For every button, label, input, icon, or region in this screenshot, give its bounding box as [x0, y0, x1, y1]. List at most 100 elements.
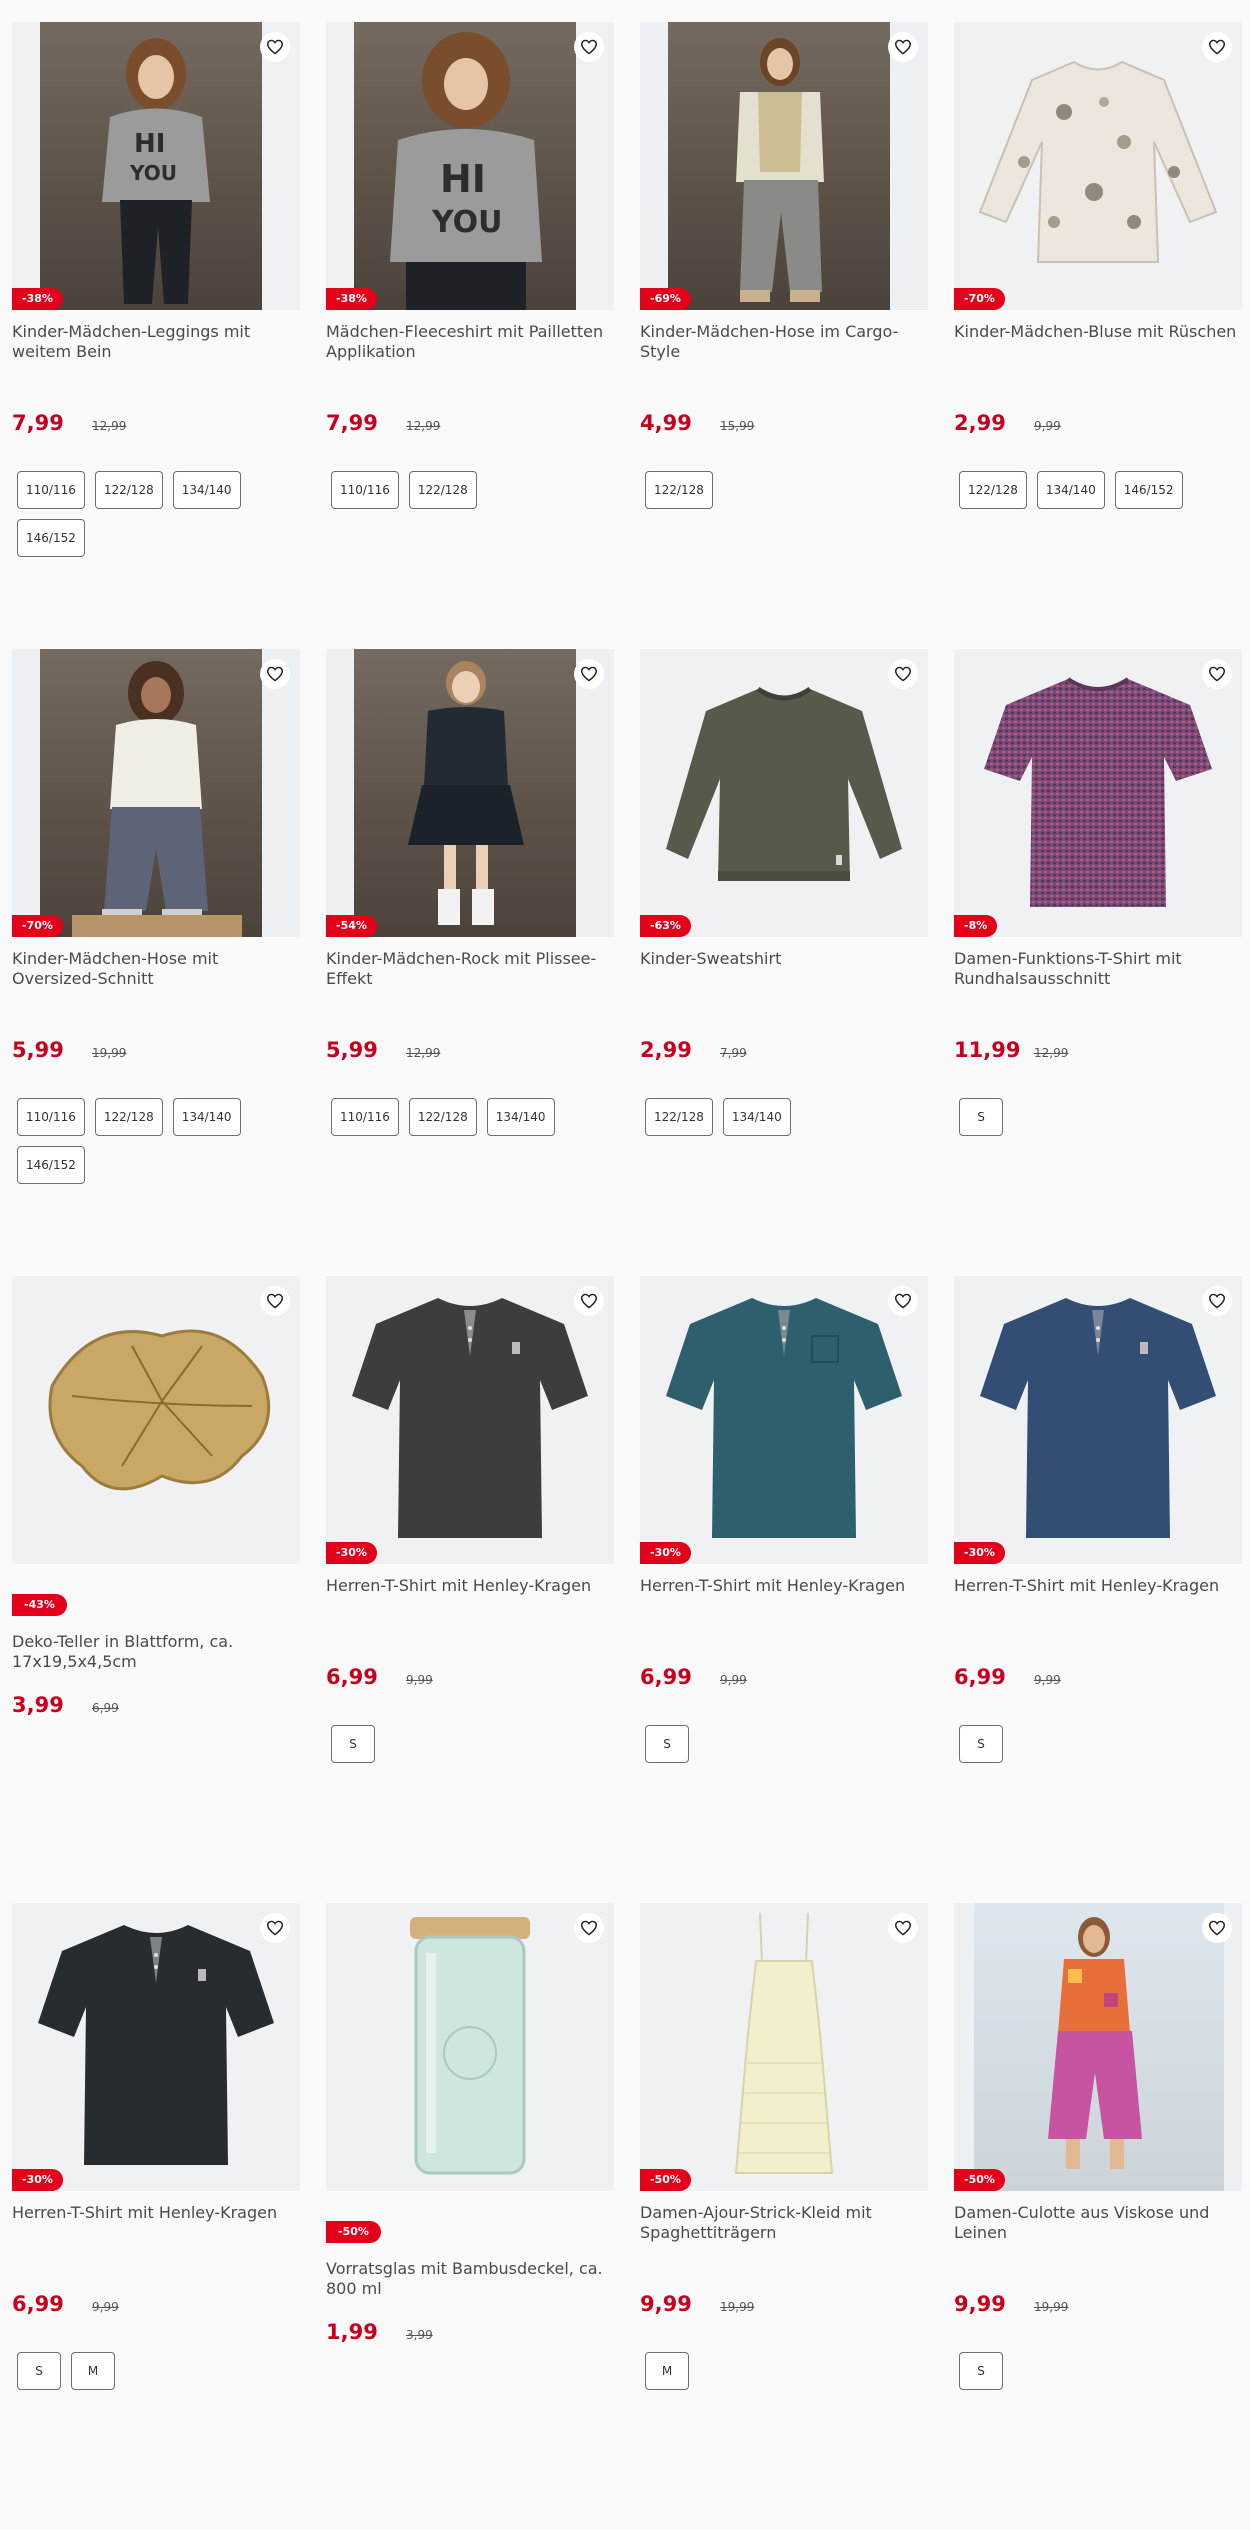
size-option[interactable]: 146/152 [17, 1146, 85, 1184]
product-title[interactable]: Herren-T-Shirt mit Henley-Kragen [12, 2203, 300, 2243]
product-card[interactable]: -50% Damen-Ajour-Strick-Kleid mit Spaghe… [640, 1903, 928, 2530]
product-image[interactable]: -54% [326, 649, 614, 937]
size-option[interactable]: 134/140 [486, 1098, 555, 1136]
product-title[interactable]: Herren-T-Shirt mit Henley-Kragen [954, 1576, 1242, 1616]
product-image[interactable] [12, 1276, 300, 1564]
product-image[interactable]: -30% [12, 1903, 300, 2191]
product-title[interactable]: Herren-T-Shirt mit Henley-Kragen [640, 1576, 928, 1616]
wishlist-heart-icon[interactable] [888, 659, 918, 689]
product-card[interactable]: -30% Herren-T-Shirt mit Henley-Kragen 6,… [954, 1276, 1242, 1903]
product-card[interactable]: HI YOU -38% Mädchen-Fleeceshirt mit Pail… [326, 22, 614, 649]
wishlist-heart-icon[interactable] [888, 1913, 918, 1943]
old-price: 12,99 [1034, 1046, 1069, 1060]
product-image[interactable]: -69% [640, 22, 928, 310]
wishlist-heart-icon[interactable] [574, 32, 604, 62]
size-option[interactable]: 146/152 [1114, 471, 1183, 509]
product-image[interactable]: -30% [954, 1276, 1242, 1564]
product-title[interactable]: Mädchen-Fleeceshirt mit Pailletten Appli… [326, 322, 614, 362]
wishlist-heart-icon[interactable] [888, 1286, 918, 1316]
size-option[interactable]: M [645, 2352, 689, 2390]
product-title[interactable]: Vorratsglas mit Bambusdeckel, ca. 800 ml [326, 2259, 614, 2299]
product-title[interactable]: Kinder-Mädchen-Hose mit Oversized-Schnit… [12, 949, 300, 989]
product-image[interactable]: -70% [12, 649, 300, 937]
product-title[interactable]: Kinder-Mädchen-Leggings mit weitem Bein [12, 322, 300, 362]
wishlist-heart-icon[interactable] [574, 659, 604, 689]
size-option[interactable]: 122/128 [408, 471, 477, 509]
product-card[interactable]: -50% Vorratsglas mit Bambusdeckel, ca. 8… [326, 1903, 614, 2530]
size-option[interactable]: S [959, 1098, 1003, 1136]
wishlist-heart-icon[interactable] [260, 32, 290, 62]
product-card[interactable]: -8% Damen-Funktions-T-Shirt mit Rundhals… [954, 649, 1242, 1276]
product-card[interactable]: -50% Damen-Culotte aus Viskose und Leine… [954, 1903, 1242, 2530]
size-option[interactable]: 134/140 [172, 471, 241, 509]
product-card[interactable]: -63% Kinder-Sweatshirt 2,99 7,99 122/128… [640, 649, 928, 1276]
size-option[interactable]: 134/140 [1036, 471, 1105, 509]
size-option[interactable]: S [959, 2352, 1003, 2390]
product-image[interactable]: -30% [640, 1276, 928, 1564]
wishlist-heart-icon[interactable] [1202, 1913, 1232, 1943]
product-image[interactable] [326, 1903, 614, 2191]
wishlist-heart-icon[interactable] [888, 32, 918, 62]
size-option[interactable]: 122/128 [645, 471, 713, 509]
wishlist-heart-icon[interactable] [574, 1286, 604, 1316]
size-option[interactable]: 122/128 [94, 1098, 163, 1136]
product-title[interactable]: Kinder-Mädchen-Rock mit Plissee-Effekt [326, 949, 614, 989]
wishlist-heart-icon[interactable] [1202, 659, 1232, 689]
product-image[interactable]: -70% [954, 22, 1242, 310]
product-image[interactable]: -63% [640, 649, 928, 937]
size-option[interactable]: 122/128 [94, 471, 163, 509]
product-card[interactable]: -70% Kinder-Mädchen-Hose mit Oversized-S… [12, 649, 300, 1276]
product-title[interactable]: Damen-Culotte aus Viskose und Leinen [954, 2203, 1242, 2243]
product-image[interactable]: -50% [954, 1903, 1242, 2191]
product-image[interactable]: -30% [326, 1276, 614, 1564]
product-title[interactable]: Kinder-Sweatshirt [640, 949, 928, 989]
product-card[interactable]: -70% Kinder-Mädchen-Bluse mit Rüschen 2,… [954, 22, 1242, 649]
size-option[interactable]: 110/116 [17, 471, 85, 509]
product-card[interactable]: -54% Kinder-Mädchen-Rock mit Plissee-Eff… [326, 649, 614, 1276]
product-title[interactable]: Kinder-Mädchen-Bluse mit Rüschen [954, 322, 1242, 362]
product-card[interactable]: -30% Herren-T-Shirt mit Henley-Kragen 6,… [640, 1276, 928, 1903]
discount-badge: -50% [326, 2221, 381, 2243]
wishlist-heart-icon[interactable] [574, 1913, 604, 1943]
size-option[interactable]: S [331, 1725, 375, 1763]
size-options: S [954, 2352, 1219, 2390]
product-title[interactable]: Herren-T-Shirt mit Henley-Kragen [326, 1576, 614, 1616]
size-option[interactable]: M [71, 2352, 115, 2390]
size-option[interactable]: 110/116 [17, 1098, 85, 1136]
product-title[interactable]: Deko-Teller in Blattform, ca. 17x19,5x4,… [12, 1632, 300, 1672]
product-price: 5,99 [12, 1038, 64, 1062]
size-option[interactable]: 122/128 [408, 1098, 477, 1136]
product-image[interactable]: HI YOU -38% [326, 22, 614, 310]
tshirt-icon [984, 677, 1212, 907]
size-option[interactable]: S [959, 1725, 1003, 1763]
size-option[interactable]: 122/128 [645, 1098, 713, 1136]
product-image[interactable]: HI YOU -38% [12, 22, 300, 310]
product-title[interactable]: Damen-Ajour-Strick-Kleid mit Spaghettitr… [640, 2203, 928, 2243]
old-price: 9,99 [1034, 1673, 1061, 1687]
product-title[interactable]: Kinder-Mädchen-Hose im Cargo-Style [640, 322, 928, 362]
product-card[interactable]: -30% Herren-T-Shirt mit Henley-Kragen 6,… [326, 1276, 614, 1903]
product-card[interactable]: -43% Deko-Teller in Blattform, ca. 17x19… [12, 1276, 300, 1903]
product-price: 5,99 [326, 1038, 378, 1062]
size-option[interactable]: 146/152 [17, 519, 85, 557]
product-title[interactable]: Damen-Funktions-T-Shirt mit Rundhalsauss… [954, 949, 1242, 989]
size-option[interactable]: 110/116 [331, 1098, 399, 1136]
product-image[interactable]: -50% [640, 1903, 928, 2191]
size-option[interactable]: 122/128 [959, 471, 1027, 509]
product-card[interactable]: -69% Kinder-Mädchen-Hose im Cargo-Style … [640, 22, 928, 649]
wishlist-heart-icon[interactable] [1202, 1286, 1232, 1316]
product-grid: HI YOU -38% Kinder-Mädchen-Leggings mit … [12, 22, 1242, 2530]
size-option[interactable]: 134/140 [722, 1098, 791, 1136]
wishlist-heart-icon[interactable] [260, 1913, 290, 1943]
old-price: 12,99 [406, 1046, 441, 1060]
product-card[interactable]: -30% Herren-T-Shirt mit Henley-Kragen 6,… [12, 1903, 300, 2530]
size-option[interactable]: S [645, 1725, 689, 1763]
product-card[interactable]: HI YOU -38% Kinder-Mädchen-Leggings mit … [12, 22, 300, 649]
size-option[interactable]: 110/116 [331, 471, 399, 509]
size-option[interactable]: S [17, 2352, 61, 2390]
product-image[interactable]: -8% [954, 649, 1242, 937]
wishlist-heart-icon[interactable] [260, 1286, 290, 1316]
wishlist-heart-icon[interactable] [1202, 32, 1232, 62]
size-option[interactable]: 134/140 [172, 1098, 241, 1136]
wishlist-heart-icon[interactable] [260, 659, 290, 689]
